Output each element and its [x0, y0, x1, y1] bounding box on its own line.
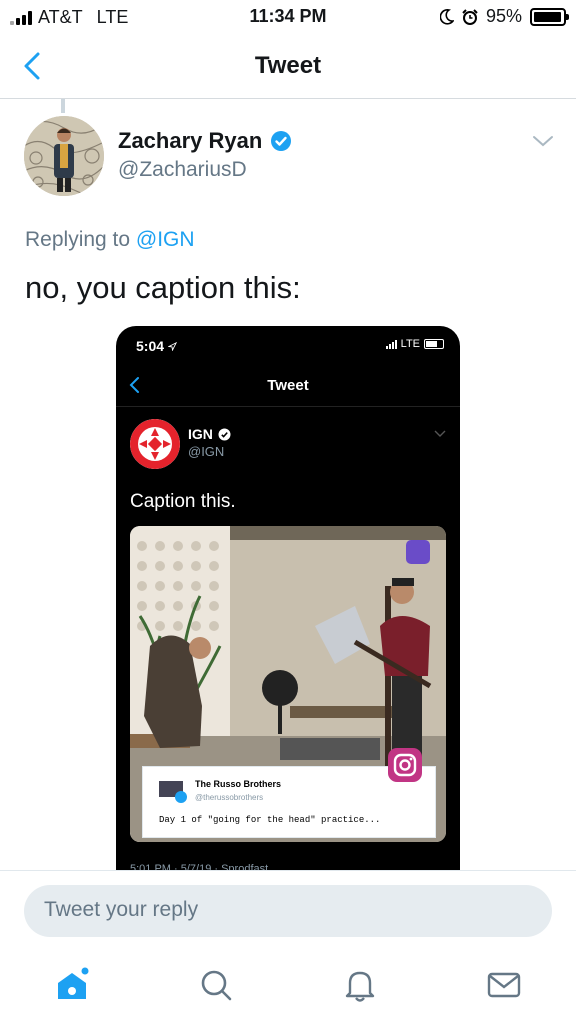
messages-icon[interactable] [484, 965, 524, 1005]
attached-screenshot[interactable]: 5:04 LTE Tweet IGN @IGN Caption this. Th… [116, 326, 460, 886]
author-name[interactable]: Zachary Ryan [118, 128, 262, 154]
author-handle[interactable]: @ZachariusD [118, 158, 247, 182]
instagram-icon [388, 748, 422, 782]
embedded-status-right: LTE [385, 338, 444, 350]
replying-to-link[interactable]: @IGN [136, 228, 195, 251]
ign-logo-icon [130, 419, 180, 469]
avatar-image [24, 116, 104, 196]
card-avatar-icon [159, 781, 187, 803]
home-icon[interactable] [52, 965, 92, 1005]
embedded-network: LTE [400, 338, 420, 350]
card-handle: @therussobrothers [195, 793, 264, 802]
embedded-title: Tweet [267, 377, 309, 394]
reply-input[interactable]: Tweet your reply [24, 885, 552, 937]
embedded-battery-icon [424, 339, 444, 349]
embedded-chevron-down-icon [434, 430, 446, 437]
moon-icon [439, 8, 454, 25]
embedded-author-handle: @IGN [188, 444, 225, 459]
notifications-icon[interactable] [340, 965, 380, 1005]
status-bar: AT&T LTE 11:34 PM 95% [0, 0, 576, 34]
verified-badge-icon [271, 131, 292, 151]
search-icon[interactable] [196, 965, 236, 1005]
location-arrow-icon [167, 341, 178, 352]
thread-line [61, 99, 65, 113]
card-name: The Russo Brothers [195, 779, 282, 789]
nav-bar: Tweet [0, 34, 576, 99]
author-avatar[interactable] [24, 116, 104, 196]
embedded-author-name: IGN [188, 426, 213, 442]
embedded-author: IGN [188, 426, 231, 442]
embedded-photo: The Russo Brothers @therussobrothers Day… [130, 526, 446, 842]
embedded-status-time: 5:04 [136, 338, 178, 354]
tweet-text: no, you caption this: [25, 270, 301, 305]
card-text: Day 1 of "going for the head" practice..… [159, 815, 381, 825]
battery-icon [530, 7, 569, 26]
chevron-down-icon[interactable] [532, 134, 554, 148]
author-name-row: Zachary Ryan [118, 128, 292, 154]
alarm-icon [462, 8, 478, 25]
embedded-tweet-text: Caption this. [130, 491, 236, 512]
replying-to: Replying to @IGN [25, 228, 195, 252]
reply-placeholder: Tweet your reply [44, 898, 199, 921]
embedded-signal-icon [385, 339, 397, 349]
reply-composer: Tweet your reply [0, 870, 576, 1025]
embedded-verified-icon [218, 428, 231, 440]
battery-percent: 95% [485, 6, 522, 26]
status-bar-right: 95% [439, 6, 569, 27]
embedded-divider [116, 406, 460, 407]
replying-prefix: Replying to [25, 228, 131, 251]
page-title: Tweet [254, 52, 322, 79]
